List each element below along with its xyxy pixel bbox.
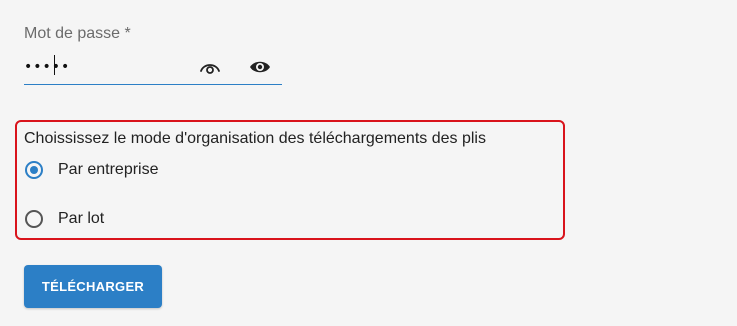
radio-button-checked[interactable] xyxy=(25,161,43,179)
password-label: Mot de passe * xyxy=(24,24,282,44)
password-field-group: Mot de passe * xyxy=(24,24,282,85)
radio-option-par-entreprise[interactable]: Par entreprise xyxy=(25,160,159,180)
password-label-text: Mot de passe xyxy=(24,25,121,42)
text-caret xyxy=(54,55,55,75)
download-mode-group: Choississez le mode d'organisation des t… xyxy=(15,120,565,240)
radio-label-par-entreprise: Par entreprise xyxy=(58,161,159,178)
password-input[interactable] xyxy=(24,54,194,80)
eye-filled-icon[interactable] xyxy=(248,56,272,78)
radio-option-par-lot[interactable]: Par lot xyxy=(25,209,104,229)
eye-outline-icon[interactable] xyxy=(198,56,222,78)
radio-label-par-lot: Par lot xyxy=(58,210,105,227)
download-mode-title: Choississez le mode d'organisation des t… xyxy=(24,130,486,147)
required-marker: * xyxy=(124,25,131,42)
radio-button-unchecked[interactable] xyxy=(25,210,43,228)
password-input-row xyxy=(24,54,282,85)
download-button[interactable]: TÉLÉCHARGER xyxy=(24,265,162,308)
